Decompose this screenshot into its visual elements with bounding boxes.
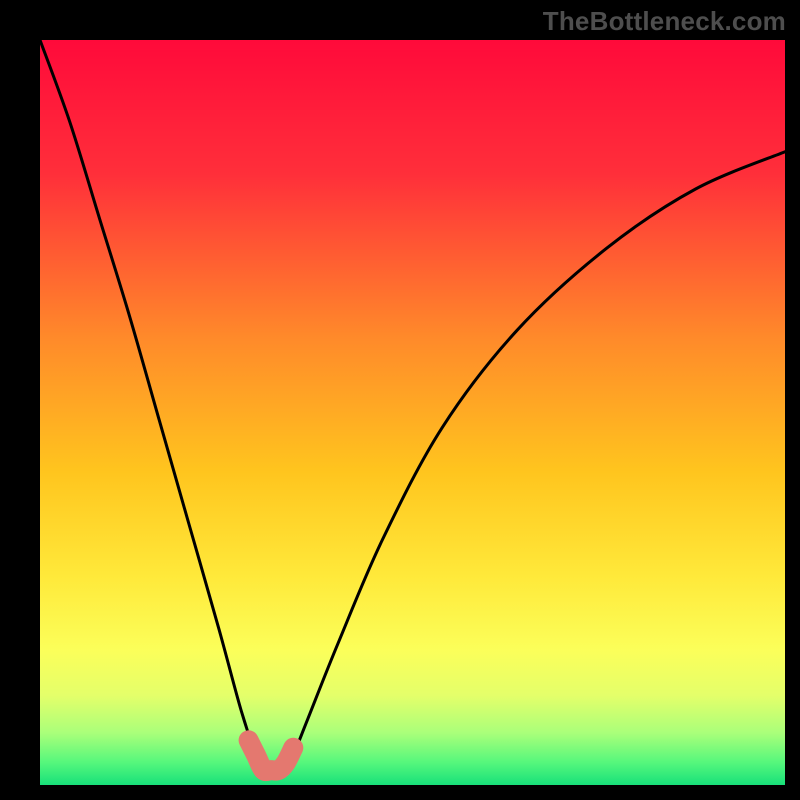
plot-area [40, 40, 785, 785]
bottleneck-chart [40, 40, 785, 785]
gradient-background [40, 40, 785, 785]
chart-frame: TheBottleneck.com [0, 0, 800, 800]
watermark-text: TheBottleneck.com [543, 6, 786, 37]
